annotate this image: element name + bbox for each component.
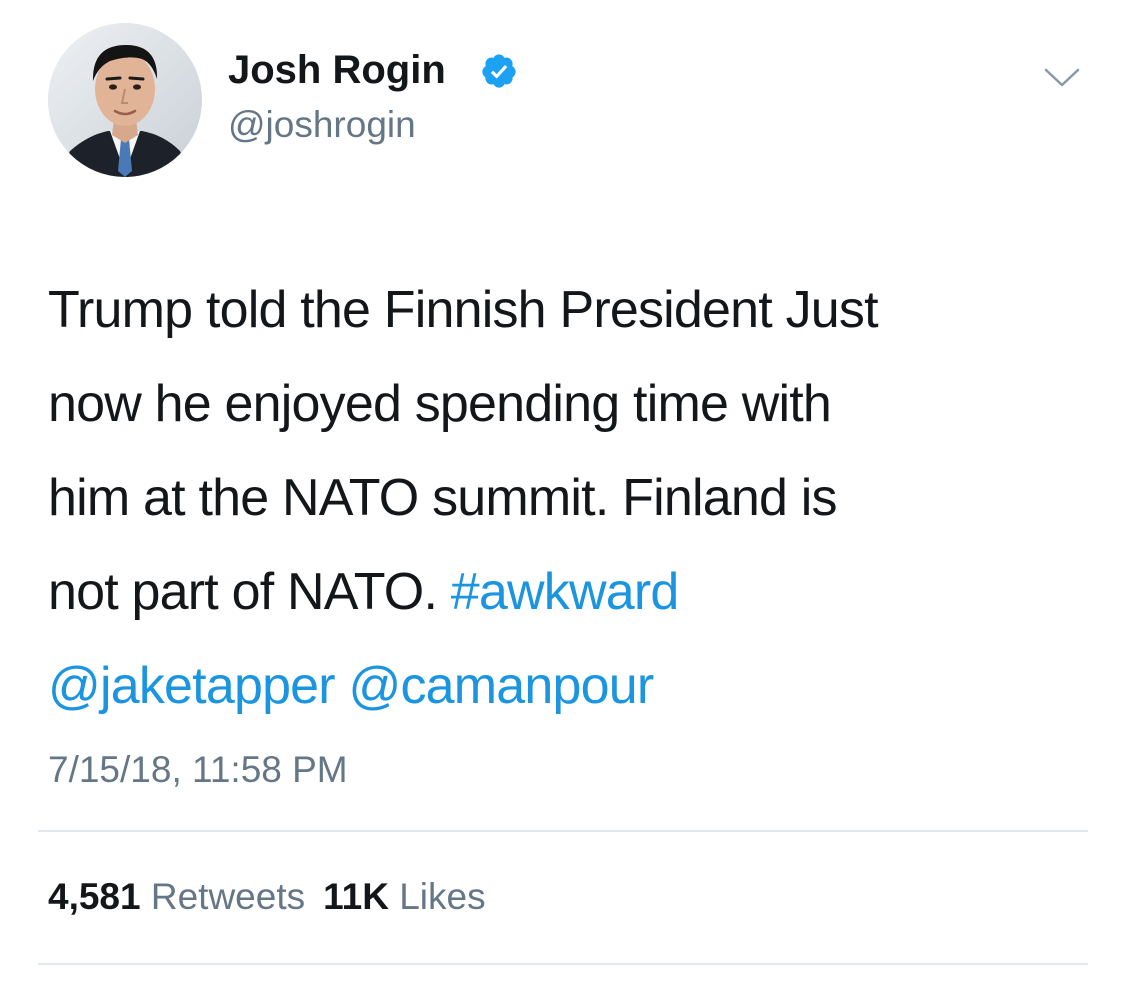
tweet-text-line: him at the NATO summit. Finland is <box>48 451 1088 545</box>
tweet-text-line: Trump told the Finnish President Just <box>48 263 1088 357</box>
chevron-down-icon[interactable] <box>1042 62 1082 92</box>
tweet-text-line: @jaketapper @camanpour <box>48 639 1088 733</box>
text-segment: Trump told the Finnish President Just <box>48 281 879 339</box>
profile-photo <box>48 23 202 177</box>
text-segment: not part of NATO. <box>48 563 451 621</box>
author-display-name[interactable]: Josh Rogin <box>228 46 446 94</box>
retweets-stat[interactable]: 4,581 Retweets <box>48 876 305 917</box>
likes-label: Likes <box>399 876 486 917</box>
likes-stat[interactable]: 11K Likes <box>323 876 486 917</box>
mention-link-jaketapper[interactable]: @jaketapper <box>48 657 336 715</box>
retweets-label: Retweets <box>150 876 306 917</box>
divider <box>38 963 1088 965</box>
tweet-timestamp: 7/15/18, 11:58 PM <box>48 749 348 790</box>
likes-count: 11K <box>323 876 389 917</box>
text-segment: him at the NATO summit. Finland is <box>48 469 837 527</box>
verified-badge-icon <box>482 54 516 88</box>
tweet-text: Trump told the Finnish President Just no… <box>48 263 1088 733</box>
tweet-text-line: not part of NATO. #awkward <box>48 545 1088 639</box>
divider <box>38 830 1088 832</box>
tweet-stats: 4,581 Retweets 11K Likes <box>48 875 486 919</box>
author-handle[interactable]: @joshrogin <box>228 103 416 147</box>
text-segment <box>335 657 349 715</box>
mention-link-camanpour[interactable]: @camanpour <box>348 657 654 715</box>
hashtag-link-awkward[interactable]: #awkward <box>451 563 680 621</box>
avatar[interactable] <box>48 23 202 177</box>
tweet-text-line: now he enjoyed spending time with <box>48 357 1088 451</box>
text-segment: now he enjoyed spending time with <box>48 375 832 433</box>
retweets-count: 4,581 <box>48 876 141 917</box>
